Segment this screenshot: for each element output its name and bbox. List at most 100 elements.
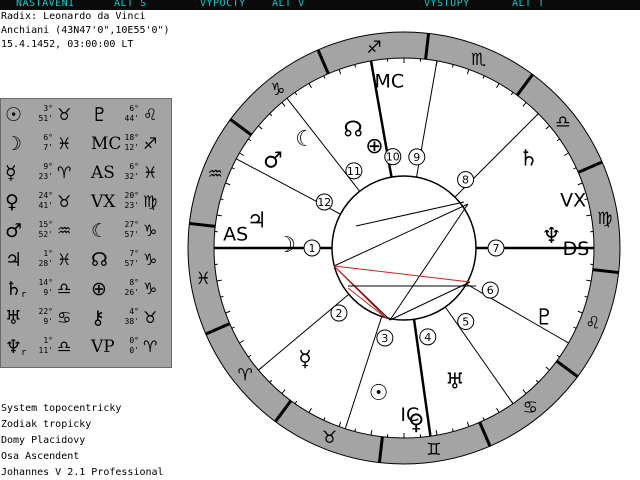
degree-tick [482,75,485,79]
taurus-icon: ♉ [322,428,337,448]
degree-tick [308,407,312,413]
degree-tick [220,198,224,201]
degree-tick [231,167,235,170]
sagittarius-icon: ♐ [366,38,381,58]
descendant-label: DS [563,238,590,260]
cancer-icon: ♋ [523,398,538,418]
pisces-icon: ♓ [196,269,211,289]
house-number: 8 [462,174,469,187]
libra-icon: ♎ [555,113,570,133]
sun-icon: ☉ [369,381,389,406]
degree-tick [354,64,357,68]
degree-tick [496,407,500,413]
degree-tick [545,125,550,130]
degree-tick [338,421,342,427]
house-number: 9 [413,151,420,164]
north-node-icon: ☊ [343,117,363,142]
house-number: 1 [309,242,316,255]
house-number: 12 [317,196,331,209]
degree-tick [354,428,357,432]
degree-tick [545,366,550,371]
degree-tick [239,340,245,344]
degree-tick [239,152,245,156]
house-number: 3 [381,332,388,345]
house-number: 6 [487,284,494,297]
degree-tick [535,379,539,383]
degree-tick [269,113,273,117]
lilith-icon: ☾ [295,127,315,152]
degree-tick [248,354,252,358]
footer-axis: Osa Ascendent [1,451,80,462]
degree-tick [573,326,577,329]
footer-system: System topocentricky [1,403,122,414]
moon-icon: ☽ [276,233,296,258]
degree-tick [466,69,470,75]
virgo-icon: ♍ [597,209,612,229]
house-number: 4 [424,331,431,344]
mars-icon: ♂ [263,149,283,174]
degree-tick [573,167,577,170]
degree-tick [216,214,222,217]
leo-icon: ♌ [585,313,600,333]
degree-tick [482,417,485,421]
house-number: 7 [493,242,500,255]
degree-tick [370,430,373,436]
degree-tick [220,295,224,298]
footer-houses: Domy Placidovy [1,435,86,446]
degree-tick [563,152,569,156]
degree-tick [510,92,514,96]
part-of-fortune-icon: ⊕ [365,134,383,159]
degree-tick [577,310,583,314]
mercury-icon: ☿ [298,347,312,372]
saturn-icon: ♄ [519,146,539,171]
degree-tick [451,428,454,432]
neptune-icon: ♆ [542,224,562,249]
degree-tick [294,400,298,404]
degree-tick [338,69,342,75]
vertex-label: VX [560,189,586,211]
degree-tick [496,83,500,89]
gemini-icon: ♊ [426,440,441,460]
degree-tick [556,138,560,142]
degree-tick [435,430,438,436]
house-cusp [344,316,383,429]
degree-tick [281,102,286,107]
degree-tick [466,421,470,427]
venus-icon: ♀ [408,411,424,436]
degree-tick [269,379,273,383]
degree-tick [586,214,592,217]
degree-tick [294,92,298,96]
degree-tick [281,389,286,394]
degree-tick [577,182,583,186]
house-number: 5 [462,316,469,329]
capricorn-icon: ♑ [270,80,285,100]
house-number: 2 [335,307,342,320]
aries-icon: ♈ [237,365,252,385]
degree-tick [586,279,592,282]
degree-tick [323,75,326,79]
degree-tick [584,295,588,298]
degree-tick [258,125,263,130]
house-number: 10 [386,151,400,164]
degree-tick [522,102,527,107]
degree-tick [225,310,231,314]
degree-tick [451,64,454,68]
degree-tick [231,326,235,329]
jupiter-icon: ♃ [247,208,267,233]
footer-software: Johannes V 2.1 Professional [1,467,164,478]
degree-tick [308,83,312,89]
house-number: 11 [347,165,361,178]
degree-tick [225,182,231,186]
degree-tick [216,279,222,282]
degree-tick [248,138,252,142]
footer-zodiac: Zodiak tropicky [1,419,92,430]
degree-tick [323,417,326,421]
pluto-icon: ♇ [534,305,554,330]
degree-tick [556,354,560,358]
midheaven-label: MC [375,71,405,93]
ascendant-label: AS [223,223,248,245]
scorpio-icon: ♏ [471,50,486,70]
degree-tick [522,389,527,394]
aquarius-icon: ♒ [208,165,223,185]
uranus-icon: ♅ [445,370,465,395]
